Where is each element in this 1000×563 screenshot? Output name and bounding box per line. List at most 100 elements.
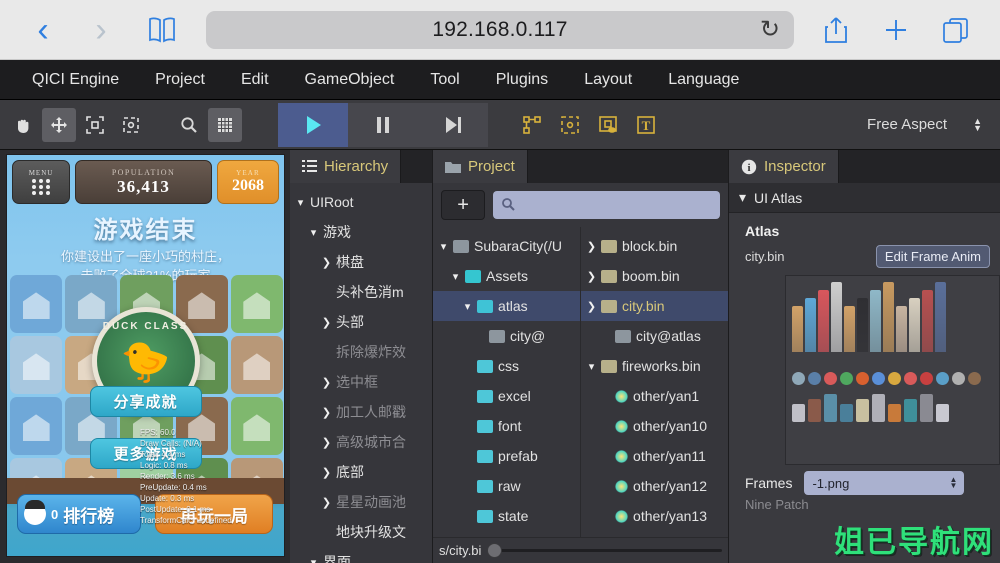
file-item-2[interactable]: ❯ city.bin — [581, 291, 728, 321]
bounds-icon[interactable] — [554, 110, 586, 140]
hierarchy-node-10[interactable]: ❯ 星星动画池 — [290, 487, 432, 517]
chevron-right-icon[interactable]: ❯ — [320, 436, 333, 449]
ui-atlas-section-header[interactable]: ▾ UI Atlas — [729, 183, 1000, 213]
file-item-9[interactable]: other/yan13 — [581, 501, 728, 531]
file-item-7[interactable]: other/yan11 — [581, 441, 728, 471]
project-node-6[interactable]: font — [433, 411, 580, 441]
project-file-list[interactable]: ❯ block.bin ❯ boom.bin ❯ city.bin city@atlas ▾ f… — [581, 227, 728, 537]
menu-item-plugins[interactable]: Plugins — [478, 71, 566, 89]
nodes-icon[interactable] — [516, 110, 548, 140]
forward-icon[interactable]: › — [74, 13, 128, 47]
hierarchy-node-7[interactable]: ❯ 加工人邮戳 — [290, 397, 432, 427]
tabs-icon[interactable] — [928, 16, 984, 44]
thumbnail-size-slider[interactable] — [487, 543, 722, 558]
hierarchy-node-6[interactable]: ❯ 选中框 — [290, 367, 432, 397]
project-node-1[interactable]: ▾ Assets — [433, 261, 580, 291]
chevron-right-icon[interactable]: ❯ — [585, 300, 598, 313]
project-search-input[interactable] — [493, 191, 720, 219]
file-item-6[interactable]: other/yan10 — [581, 411, 728, 441]
anchor-icon[interactable] — [592, 110, 624, 140]
hierarchy-node-2[interactable]: ❯ 棋盘 — [290, 247, 432, 277]
chevron-right-icon[interactable]: ❯ — [320, 466, 333, 479]
hierarchy-node-5[interactable]: 拆除爆炸效 — [290, 337, 432, 367]
hierarchy-node-4[interactable]: ❯ 头部 — [290, 307, 432, 337]
chevron-right-icon[interactable]: ❯ — [585, 270, 598, 283]
move-icon[interactable] — [42, 107, 76, 142]
back-icon[interactable]: ‹ — [16, 13, 70, 47]
project-folder-tree[interactable]: ▾ SubaraCity(/U ▾ Assets ▾ atlas city@ css excel… — [433, 227, 582, 537]
tab-hierarchy[interactable]: Hierarchy — [290, 150, 402, 183]
file-item-4[interactable]: ▾ fireworks.bin — [581, 351, 728, 381]
game-tile[interactable] — [230, 336, 283, 394]
project-node-7[interactable]: prefab — [433, 441, 580, 471]
project-node-2[interactable]: ▾ atlas — [433, 291, 581, 321]
project-node-4[interactable]: css — [433, 351, 580, 381]
game-tile[interactable] — [10, 397, 63, 455]
pause-button[interactable] — [348, 102, 418, 147]
chevron-right-icon[interactable]: ❯ — [320, 406, 333, 419]
project-node-3[interactable]: city@ — [433, 321, 580, 351]
share-icon[interactable] — [808, 15, 864, 45]
frames-dropdown[interactable]: -1.png ▲ ▼ — [804, 471, 965, 495]
game-tile[interactable] — [10, 275, 63, 333]
text-icon[interactable]: T — [630, 110, 662, 140]
slider-knob[interactable] — [487, 543, 503, 558]
hierarchy-node-12[interactable]: ▾ 界面 — [290, 547, 432, 563]
add-asset-button[interactable]: + — [441, 190, 486, 220]
menu-item-edit[interactable]: Edit — [223, 71, 287, 89]
hierarchy-node-8[interactable]: ❯ 高级城市合 — [290, 427, 432, 457]
game-tile[interactable] — [230, 275, 283, 333]
hierarchy-tree[interactable]: ▾ UIRoot ▾ 游戏 ❯ 棋盘 头补色消m ❯ 头部 拆除爆炸效 ❯ 选中框 ❯ 加工人邮戳 ❯ 高级城… — [290, 183, 432, 563]
menu-item-layout[interactable]: Layout — [566, 71, 650, 89]
game-menu-button[interactable]: MENU — [12, 160, 70, 204]
project-node-0[interactable]: ▾ SubaraCity(/U — [433, 231, 580, 261]
chevron-right-icon[interactable]: ❯ — [320, 316, 333, 329]
new-tab-icon[interactable] — [868, 16, 924, 44]
chevron-right-icon[interactable]: ❯ — [585, 240, 598, 253]
chevron-right-icon[interactable]: ❯ — [320, 376, 333, 389]
chevron-down-icon[interactable]: ▾ — [437, 240, 450, 253]
atlas-preview[interactable] — [785, 275, 1000, 465]
project-node-8[interactable]: raw — [433, 471, 580, 501]
address-bar[interactable]: 192.168.0.117 ↻ — [206, 10, 794, 49]
reload-icon[interactable]: ↻ — [760, 15, 780, 44]
chevron-down-icon[interactable]: ▾ — [307, 556, 320, 563]
chevron-down-icon[interactable]: ▾ — [461, 300, 474, 313]
file-item-3[interactable]: city@atlas — [581, 321, 728, 351]
hierarchy-node-0[interactable]: ▾ UIRoot — [290, 187, 432, 217]
file-item-8[interactable]: other/yan12 — [581, 471, 728, 501]
aspect-dropdown[interactable]: Free Aspect ▲ ▼ — [867, 116, 1000, 133]
chevron-down-icon[interactable]: ▾ — [739, 189, 746, 206]
chevron-updown-icon[interactable]: ▲ ▼ — [973, 116, 982, 132]
leaderboard-button[interactable]: 0 排行榜 — [17, 494, 141, 534]
menu-item-language[interactable]: Language — [650, 71, 757, 89]
menu-item-tool[interactable]: Tool — [412, 71, 477, 89]
hierarchy-node-1[interactable]: ▾ 游戏 — [290, 217, 432, 247]
game-canvas[interactable]: MENU POPULATION 36,413 YEAR 2068 游戏结束 你建… — [6, 154, 285, 557]
chevron-down-icon[interactable]: ▾ — [449, 270, 462, 283]
chevron-down-icon[interactable]: ▾ — [294, 196, 307, 209]
hierarchy-node-3[interactable]: 头补色消m — [290, 277, 432, 307]
tab-inspector[interactable]: i Inspector — [729, 150, 839, 183]
chevron-updown-icon[interactable]: ▲ ▼ — [950, 476, 958, 490]
edit-frame-animation-button[interactable]: Edit Frame Anim — [875, 244, 990, 268]
tab-project[interactable]: Project — [433, 150, 528, 183]
magnifier-icon[interactable] — [172, 108, 206, 142]
project-node-9[interactable]: state — [433, 501, 580, 531]
scale-icon[interactable] — [78, 108, 112, 142]
step-button[interactable] — [418, 102, 488, 147]
grid-icon[interactable] — [208, 107, 242, 142]
menu-item-gameobject[interactable]: GameObject — [287, 71, 413, 89]
share-achievement-button[interactable]: 分享成就 — [89, 386, 202, 417]
file-item-0[interactable]: ❯ block.bin — [581, 231, 728, 261]
file-item-1[interactable]: ❯ boom.bin — [581, 261, 728, 291]
file-item-5[interactable]: other/yan1 — [581, 381, 728, 411]
rect-icon[interactable] — [114, 108, 148, 142]
chevron-right-icon[interactable]: ❯ — [320, 256, 333, 269]
menu-item-qici-engine[interactable]: QICI Engine — [14, 71, 137, 89]
hierarchy-node-9[interactable]: ❯ 底部 — [290, 457, 432, 487]
game-tile[interactable] — [10, 336, 63, 394]
play-button[interactable] — [278, 102, 348, 147]
hand-icon[interactable] — [6, 108, 40, 142]
menu-item-project[interactable]: Project — [137, 71, 223, 89]
